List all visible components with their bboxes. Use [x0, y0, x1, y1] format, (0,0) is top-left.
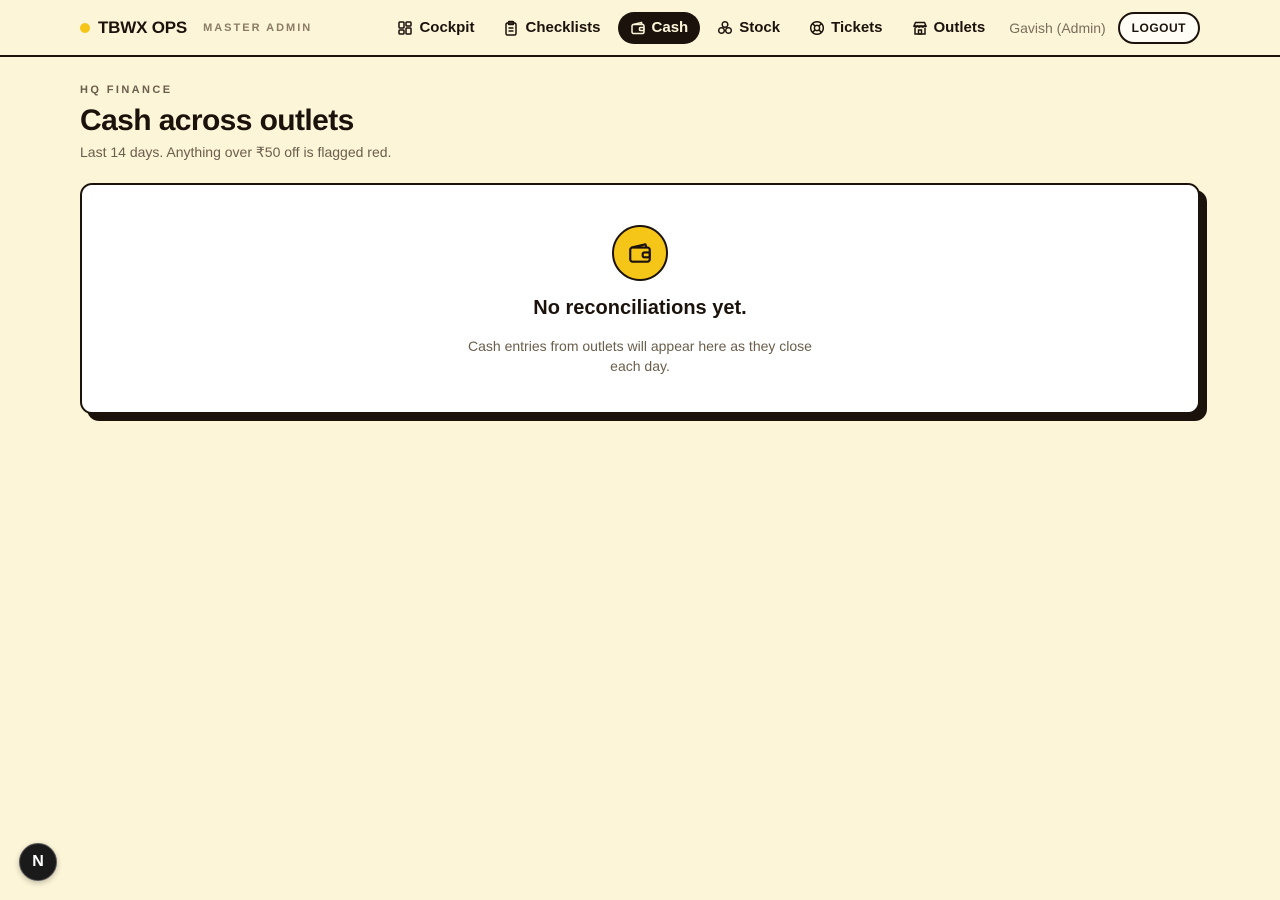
nav-label: Cockpit — [419, 19, 475, 36]
dev-tools-badge[interactable]: N — [19, 843, 57, 881]
logout-button[interactable]: LOGOUT — [1117, 11, 1200, 44]
nav-item-cockpit[interactable]: Cockpit — [385, 12, 486, 44]
clipboard-icon — [505, 20, 518, 36]
empty-state-text: Cash entries from outlets will appear he… — [468, 338, 812, 374]
lifebuoy-icon — [810, 20, 825, 35]
nav-label: Stock — [739, 19, 781, 36]
wallet-icon — [630, 21, 645, 34]
nav-label: Tickets — [831, 19, 883, 36]
wallet-icon — [612, 225, 668, 281]
page-subtitle: Last 14 days. Anything over ₹50 off is f… — [80, 144, 392, 160]
top-navbar: TBWX OPS MASTER ADMIN Cockpit Checklists — [0, 0, 1280, 57]
grid-icon — [398, 20, 413, 35]
boxes-icon — [718, 20, 733, 34]
nav-label: Checklists — [525, 19, 601, 36]
nav-item-tickets[interactable]: Tickets — [797, 12, 894, 44]
page-title: Cash across outlets — [80, 104, 354, 137]
nav-item-checklists[interactable]: Checklists — [491, 12, 612, 44]
empty-state-card: No reconciliations yet. Cash entries fro… — [80, 183, 1200, 414]
nav-label: Outlets — [933, 19, 986, 36]
brand-name: TBWX OPS — [98, 17, 188, 37]
nav-label: Cash — [651, 19, 689, 36]
brand-dot-icon — [80, 22, 90, 33]
section-eyebrow: HQ FINANCE — [80, 84, 173, 96]
nav-item-stock[interactable]: Stock — [705, 12, 792, 44]
nav-item-cash[interactable]: Cash — [617, 11, 701, 44]
nav-item-outlets[interactable]: Outlets — [900, 12, 998, 44]
current-user: Gavish (Admin) — [1009, 19, 1106, 36]
empty-state-title: No reconciliations yet. — [533, 297, 747, 319]
brand[interactable]: TBWX OPS MASTER ADMIN — [80, 18, 312, 38]
brand-role: MASTER ADMIN — [203, 21, 313, 34]
main-content: HQ FINANCE Cash across outlets Last 14 d… — [0, 57, 1280, 414]
store-icon — [912, 21, 927, 35]
main-nav: Cockpit Checklists Cash Stock Tickets Ou… — [380, 11, 998, 44]
